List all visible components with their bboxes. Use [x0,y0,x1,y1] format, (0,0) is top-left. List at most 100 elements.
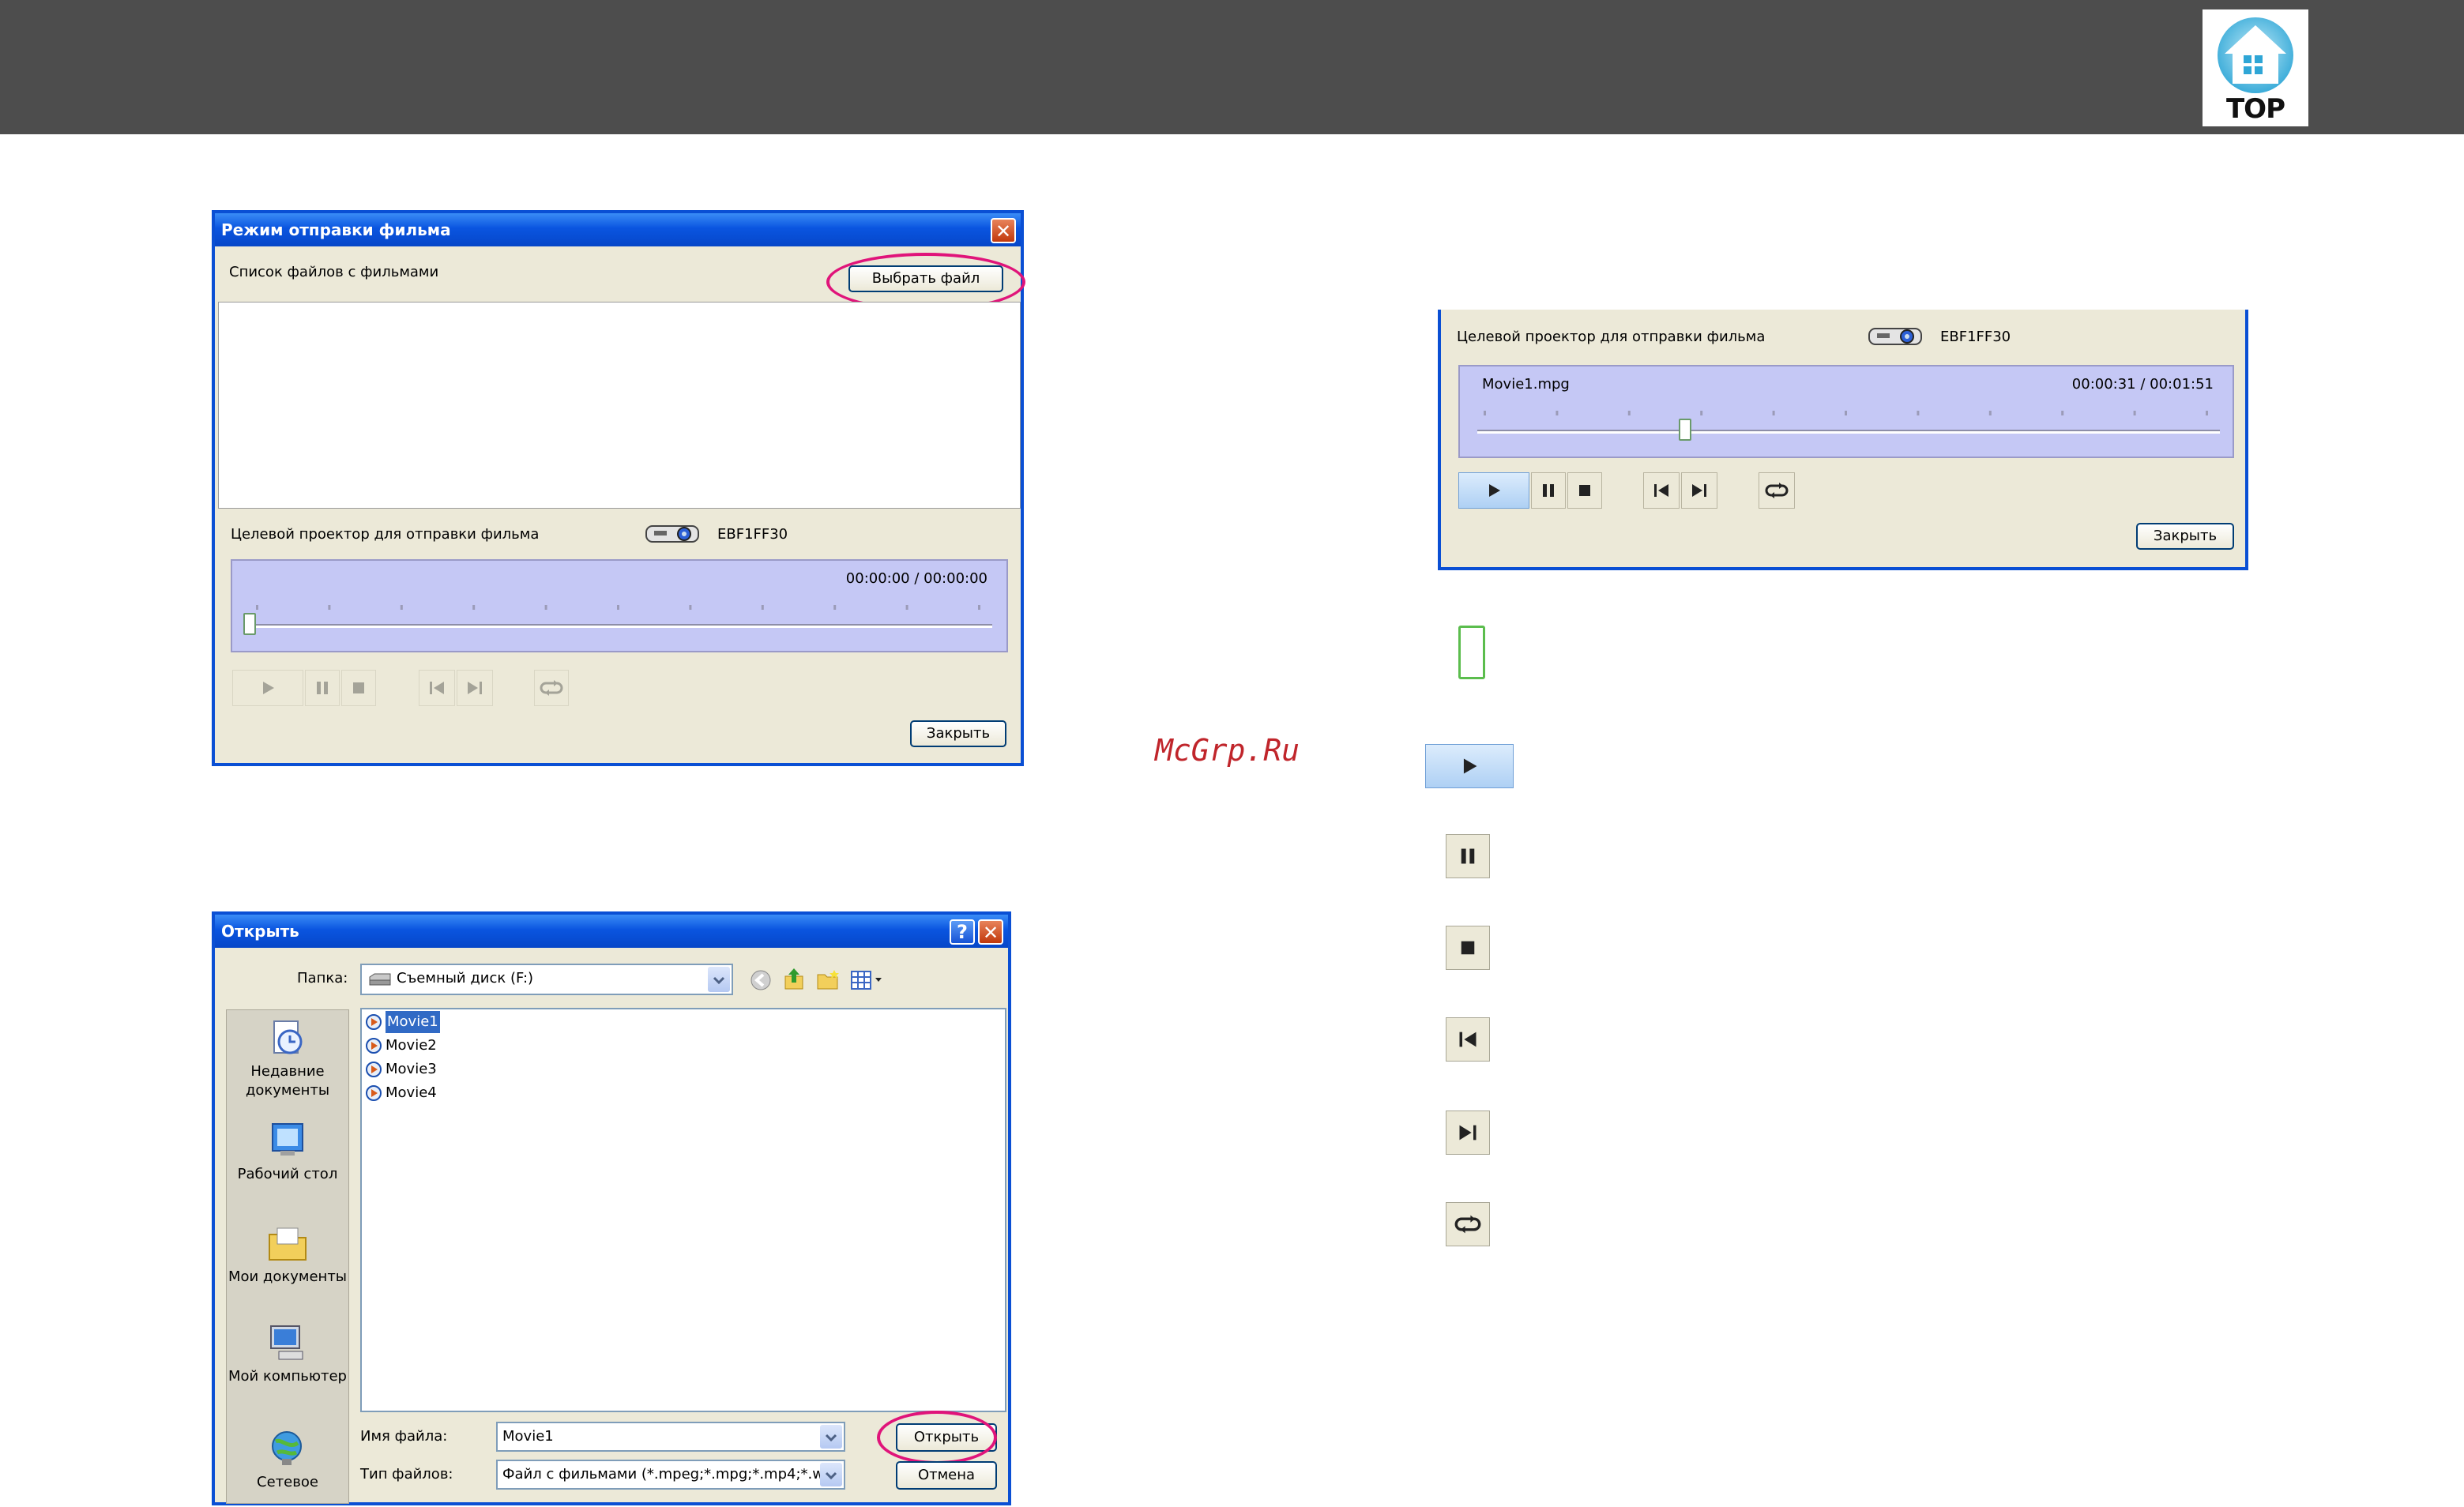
previous-button[interactable] [1643,472,1680,509]
places-network-label: Сетевое [257,1474,318,1490]
file-item[interactable]: Movie3 [365,1058,437,1080]
file-name: Movie3 [386,1061,437,1077]
close-icon[interactable]: ✕ [991,218,1016,243]
file-item[interactable]: Movie4 [365,1082,437,1104]
slider-thumb[interactable] [243,613,256,635]
callout-highlight [877,1411,997,1464]
file-name: Movie1 [386,1011,440,1033]
play-icon [263,682,274,694]
places-my-computer-label: Мой компьютер [228,1368,347,1385]
places-my-documents-label: Мои документы [228,1268,348,1285]
places-desktop-label: Рабочий стол [237,1166,338,1182]
recent-documents-icon [273,1020,303,1054]
file-name: Movie1.mpg [1482,376,1570,393]
pause-icon [317,682,328,694]
pause-icon [1446,834,1490,878]
my-documents-icon [269,1227,307,1261]
places-recent-label: Недавние документы [245,1063,330,1099]
movie-dialog: Режим отправки фильма ✕ Список файлов с … [212,210,1025,766]
filename-value: Movie1 [502,1428,554,1445]
close-button[interactable]: Закрыть [2136,523,2234,550]
filename-label: Имя файла: [360,1428,448,1445]
time-display: 00:00:31 / 00:01:51 [2071,376,2214,393]
my-computer-icon [270,1325,303,1360]
close-icon[interactable]: ✕ [978,919,1003,945]
slider-thumb-icon [1458,626,1485,679]
slider-track [1477,430,2220,434]
pause-button[interactable] [305,670,340,706]
new-folder-icon[interactable] [815,968,841,992]
places-my-computer[interactable]: Мой компьютер [227,1323,348,1386]
file-list-label: Список файлов с фильмами [229,264,439,280]
previous-button[interactable] [419,670,455,706]
filetype-label: Тип файлов: [360,1466,453,1483]
close-button[interactable]: Закрыть [910,720,1006,747]
playback-area: Movie1.mpg 00:00:31 / 00:01:51 [1458,365,2234,458]
places-recent[interactable]: Недавние документы [227,1018,348,1100]
target-projector-label: Целевой проектор для отправки фильма [1457,329,1766,345]
slider-track [250,624,992,628]
folder-value: Съемный диск (F:) [397,970,534,987]
player-panel: Целевой проектор для отправки фильма EBF… [1438,310,2248,570]
file-name: Movie2 [386,1037,437,1054]
slider-thumb[interactable] [1679,419,1692,441]
folder-label: Папка: [297,970,348,987]
movie-file-icon [366,1062,382,1077]
projector-icon [645,525,699,543]
repeat-button[interactable] [534,670,569,706]
chevron-down-icon[interactable] [820,1425,842,1449]
movie-dialog-title: Режим отправки фильма [215,213,1021,246]
file-item[interactable]: Movie2 [365,1035,437,1057]
repeat-button[interactable] [1759,472,1795,509]
stop-icon [1579,485,1590,496]
movie-file-icon [366,1038,382,1054]
repeat-icon [1765,483,1789,498]
play-button[interactable] [1458,472,1529,509]
stop-icon [1446,926,1490,970]
top-link[interactable]: TOP [2203,9,2308,126]
stop-button[interactable] [341,670,376,706]
next-button[interactable] [457,670,493,706]
movie-file-list[interactable] [218,302,1021,509]
desktop-icon [272,1123,303,1156]
stop-icon [353,682,364,693]
filename-input[interactable]: Movie1 [496,1422,845,1452]
top-label: TOP [2225,93,2285,125]
play-button[interactable] [232,670,303,706]
projector-name: EBF1FF30 [1940,329,2011,345]
slider-ticks [1484,411,2208,415]
next-icon [468,682,482,694]
folder-combo[interactable]: Съемный диск (F:) [360,964,733,995]
file-name: Movie4 [386,1084,437,1101]
previous-icon [1654,484,1668,497]
house-icon [2218,17,2293,93]
places-desktop[interactable]: Рабочий стол [227,1121,348,1184]
watermark: McGrp.Ru [1155,733,1300,768]
open-dialog: Открыть ? ✕ Папка: Съемный диск (F:) Нед… [212,911,1011,1505]
pause-button[interactable] [1531,472,1566,509]
network-icon [272,1431,302,1465]
next-icon [1446,1111,1490,1155]
back-icon[interactable] [749,968,773,992]
file-item[interactable]: Movie1 [365,1011,440,1033]
stop-button[interactable] [1567,472,1602,509]
up-folder-icon[interactable] [782,967,806,992]
header-bar [0,0,2464,134]
chevron-down-icon[interactable] [820,1463,842,1486]
next-button[interactable] [1681,472,1717,509]
help-icon[interactable]: ? [950,919,975,945]
play-icon [1489,484,1500,497]
projector-name: EBF1FF30 [717,526,788,543]
view-menu-icon[interactable] [850,970,885,990]
places-network[interactable]: Сетевое [227,1429,348,1492]
places-bar: Недавние документы Рабочий стол Мои доку… [226,1009,349,1504]
slider-ticks [256,605,980,610]
filetype-select[interactable]: Файл с фильмами (*.mpeg;*.mpg;*.mp4;*.wm [496,1460,845,1490]
drive-icon [369,973,391,986]
chevron-down-icon[interactable] [708,967,730,992]
cancel-button[interactable]: Отмена [896,1461,997,1490]
playback-area: 00:00:00 / 00:00:00 [231,559,1008,652]
next-icon [1692,484,1706,497]
places-my-documents[interactable]: Мои документы [227,1223,348,1287]
filetype-value: Файл с фильмами (*.mpeg;*.mpg;*.mp4;*.wm [502,1466,838,1483]
